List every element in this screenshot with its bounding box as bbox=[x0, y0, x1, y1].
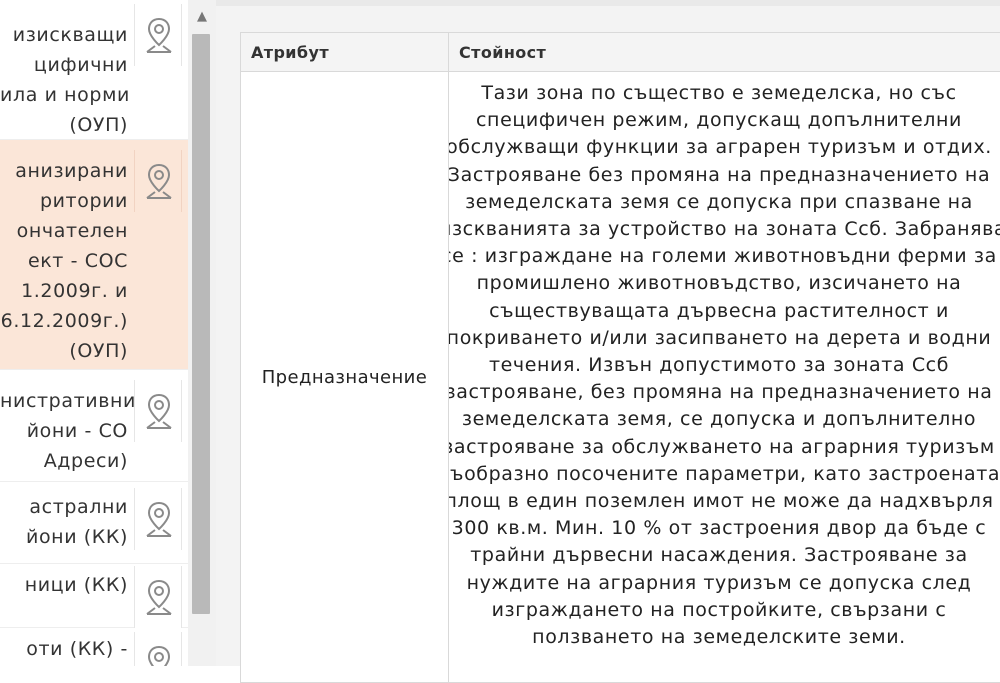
map-pin-icon[interactable] bbox=[134, 4, 182, 66]
layer-item[interactable]: оти (КК) - bbox=[0, 628, 188, 666]
layer-label-line: нистративни bbox=[0, 386, 128, 416]
attribute-table: Атрибут Стойност Предназначение Тази зон… bbox=[240, 32, 1000, 683]
value-line: Застрояване без промяна на предназначени… bbox=[449, 162, 999, 189]
value-line: обслужващи функции за аграрен туризъм и … bbox=[449, 134, 999, 161]
value-line: застрояване, без промяна на предназначен… bbox=[449, 379, 999, 406]
value-line: изграждането на постройките, свързани с bbox=[449, 597, 999, 624]
table-row: Предназначение Тази зона по същество е з… bbox=[241, 72, 1000, 683]
layer-item[interactable]: астрални йони (КК) bbox=[0, 482, 188, 564]
value-line: течения. Извън допустимото за зоната Ссб bbox=[449, 352, 999, 379]
value-line: съществуващата дървесна растителност и bbox=[449, 298, 999, 325]
column-header-attribute: Атрибут bbox=[241, 33, 449, 72]
layer-label-line: анизирани bbox=[0, 156, 128, 186]
layer-item-active[interactable]: анизирани ритории ончателен ект - СОС 1.… bbox=[0, 140, 188, 370]
layer-label: оти (КК) - bbox=[0, 634, 128, 664]
layer-label-line: 1.2009г. и bbox=[0, 276, 128, 306]
table-header-row: Атрибут Стойност bbox=[241, 33, 1000, 72]
layer-label-line: йони (КК) bbox=[0, 522, 128, 552]
value-line: съобразно посочените параметри, като зас… bbox=[449, 461, 999, 488]
map-pin-icon[interactable] bbox=[134, 380, 182, 442]
value-line: площ в един поземлен имот не може да над… bbox=[449, 488, 999, 515]
layer-label-line: Адреси) bbox=[0, 446, 128, 476]
layer-label-line: йони - СО bbox=[0, 416, 128, 446]
layer-label-line: астрални bbox=[0, 492, 128, 522]
attribute-panel: Атрибут Стойност Предназначение Тази зон… bbox=[216, 0, 1000, 666]
layer-label: анизирани ритории ончателен ект - СОС 1.… bbox=[0, 156, 128, 366]
attribute-value-cell: Тази зона по същество е земеделска, но с… bbox=[449, 72, 1000, 683]
value-line: нуждите на аграрния туризъм се допуска с… bbox=[449, 570, 999, 597]
scroll-up-arrow-icon[interactable]: ▲ bbox=[188, 4, 216, 30]
layer-label-line: ритории bbox=[0, 186, 128, 216]
value-line: промишлено животновъдство, изсичането на bbox=[449, 270, 999, 297]
attribute-name-cell: Предназначение bbox=[241, 72, 449, 683]
layer-label-line: (ОУП) bbox=[0, 110, 128, 140]
value-line: се : изграждане на големи животновъдни ф… bbox=[449, 243, 999, 270]
layer-item[interactable]: нистративни йони - СО Адреси) bbox=[0, 370, 188, 482]
layer-label-line: ончателен bbox=[0, 216, 128, 246]
attribute-value-wrap: Тази зона по същество е земеделска, но с… bbox=[449, 72, 1000, 682]
map-pin-icon[interactable] bbox=[134, 566, 182, 628]
value-line: застрояване за обслужването на аграрния … bbox=[449, 434, 999, 461]
attribute-value-text: Тази зона по същество е земеделска, но с… bbox=[449, 80, 999, 651]
layer-label: изискващи цифични ила и норми (ОУП) bbox=[0, 20, 128, 140]
layer-label: астрални йони (КК) bbox=[0, 492, 128, 552]
column-header-value: Стойност bbox=[449, 33, 1000, 72]
value-line: земеделската земя се допуска при спазван… bbox=[449, 189, 999, 216]
scrollbar-thumb[interactable] bbox=[192, 34, 210, 614]
map-pin-icon[interactable] bbox=[134, 150, 182, 212]
value-line: специфичен режим, допускащ допълнителни bbox=[449, 107, 999, 134]
layer-label-line: ници (КК) bbox=[0, 570, 128, 600]
layer-label-line: (ОУП) bbox=[0, 336, 128, 366]
layer-item[interactable]: ници (КК) bbox=[0, 564, 188, 628]
layer-label: ници (КК) bbox=[0, 570, 128, 600]
value-line: трайни дървесни насаждения. Застрояване … bbox=[449, 542, 999, 569]
value-line: земеделската земя, се допуска и допълнит… bbox=[449, 406, 999, 433]
layer-list: изискващи цифични ила и норми (ОУП) аниз… bbox=[0, 0, 188, 666]
value-line: Тази зона по същество е земеделска, но с… bbox=[449, 80, 999, 107]
layer-label-line: оти (КК) - bbox=[0, 634, 128, 664]
value-line: 300 кв.м. Мин. 10 % от застроения двор д… bbox=[449, 515, 999, 542]
layer-label: нистративни йони - СО Адреси) bbox=[0, 386, 128, 476]
vertical-scrollbar[interactable]: ▲ bbox=[188, 0, 216, 666]
value-line: покриването и/или засипването на дерета … bbox=[449, 325, 999, 352]
layer-label-line: ект - СОС bbox=[0, 246, 128, 276]
top-divider bbox=[216, 0, 1000, 6]
layer-label-line: ила и норми bbox=[0, 80, 128, 110]
value-line: ползването на земеделските земи. bbox=[449, 624, 999, 651]
value-line: изскванията за устройство на зоната Ссб.… bbox=[449, 216, 999, 243]
layer-item[interactable]: изискващи цифични ила и норми (ОУП) bbox=[0, 0, 188, 140]
map-pin-icon[interactable] bbox=[134, 632, 182, 666]
layer-label-line: цифични bbox=[0, 50, 128, 80]
layer-label-line: изискващи bbox=[0, 20, 128, 50]
layer-label-line: 6.12.2009г.) bbox=[0, 306, 128, 336]
map-pin-icon[interactable] bbox=[134, 488, 182, 550]
